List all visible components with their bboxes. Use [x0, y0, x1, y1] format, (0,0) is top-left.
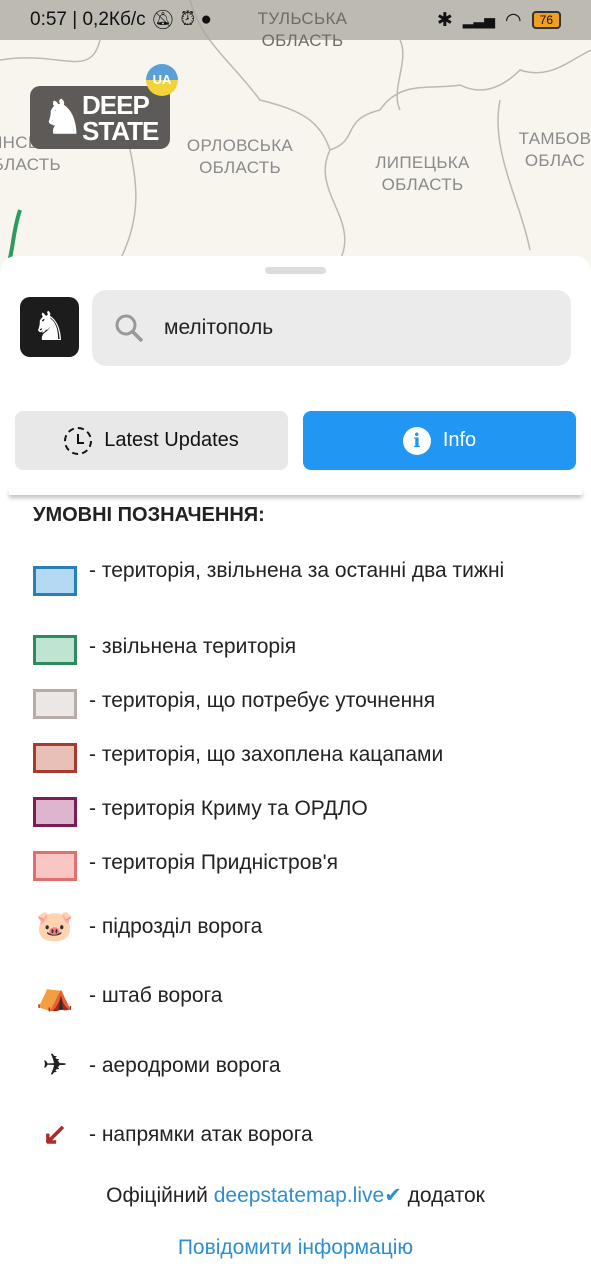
legend-item: - територія, що потребує уточнення: [33, 689, 435, 719]
footer-prefix: Офіційний: [106, 1184, 208, 1207]
attack-direction-icon: ↙: [42, 1118, 68, 1151]
network-speed: 0,2Кб/с: [82, 9, 146, 30]
legend-label: - напрямки атак ворога: [89, 1123, 313, 1146]
legend-item: ⛺ - штаб ворога: [33, 976, 222, 1016]
alarm-icon: ⏰︎: [180, 9, 196, 30]
region-label: ОРЛОВСЬКА ОБЛАСТЬ: [186, 136, 294, 177]
info-icon: i: [402, 426, 431, 455]
verified-icon: ✔: [384, 1184, 402, 1207]
deepstatemap-link[interactable]: deepstatemap.live: [214, 1184, 384, 1207]
legend-label: - територія, що захоплена кацапами: [89, 743, 444, 766]
battery-icon: 76: [531, 11, 561, 29]
status-time: 0:57: [30, 9, 67, 30]
legend-label: - підрозділ ворога: [89, 915, 263, 938]
footer-suffix: додаток: [407, 1184, 485, 1207]
legend-label: - звільнена територія: [89, 635, 297, 658]
report-info-link[interactable]: Повідомити інформацію: [0, 1236, 591, 1260]
swatch-unclear: [33, 689, 77, 719]
bluetooth-icon: ✱: [436, 9, 453, 31]
official-app-note: Офіційний deepstatemap.live✔ додаток: [0, 1183, 591, 1208]
search-box[interactable]: [92, 290, 571, 366]
legend-label: - штаб ворога: [89, 984, 223, 1007]
knight-icon: ♞: [42, 91, 83, 143]
ua-badge: UA: [146, 64, 178, 96]
enemy-airfield-icon: ✈: [42, 1049, 68, 1082]
drag-handle[interactable]: [265, 267, 326, 274]
legend-item: - територія, що захоплена кацапами: [33, 743, 443, 773]
search-input[interactable]: [164, 316, 524, 340]
knight-icon: ♞: [31, 305, 68, 349]
enemy-hq-icon: ⛺: [36, 979, 74, 1012]
swatch-transnistria: [33, 851, 77, 881]
legend-label: - територія, що потребує уточнення: [89, 689, 436, 712]
legend-item: - звільнена територія: [33, 635, 296, 665]
swatch-recently-liberated: [33, 566, 77, 596]
legend-label: - територія Придністров'я: [89, 851, 338, 874]
latest-updates-label: Latest Updates: [104, 429, 239, 451]
info-label: Info: [442, 429, 477, 451]
legend-item: 🐷 - підрозділ ворога: [33, 907, 262, 947]
legend-title: УМОВНІ ПОЗНАЧЕННЯ:: [33, 504, 265, 526]
swatch-liberated: [33, 635, 77, 665]
legend-label: - територія Криму та ОРДЛО: [89, 797, 368, 820]
divider: [9, 489, 582, 495]
mute-icon: 🔕︎: [150, 10, 176, 31]
wifi-icon: ◠: [505, 9, 522, 31]
app-logo[interactable]: ♞: [20, 297, 79, 357]
legend-item: ↙ - напрямки атак ворога: [33, 1115, 313, 1155]
search-icon: [115, 314, 144, 343]
signal-icon: ▂▃▅: [462, 11, 496, 28]
legend-item: - територія Криму та ОРДЛО: [33, 797, 368, 827]
info-button[interactable]: i Info: [303, 411, 576, 470]
swatch-occupied: [33, 743, 77, 773]
legend-label: - аеродроми ворога: [89, 1054, 281, 1077]
logo-text: DEEP STATE: [82, 90, 159, 146]
region-label: ЛИПЕЦЬКА ОБЛАСТЬ: [375, 153, 470, 194]
legend-item: - територія Придністров'я: [33, 851, 338, 881]
region-label: ТУЛЬСЬКА ОБЛАСТЬ: [257, 9, 348, 50]
latest-updates-button[interactable]: Latest Updates: [15, 411, 288, 470]
bottom-sheet: ♞ Latest Updates i Info УМОВНІ ПОЗНАЧЕННЯ…: [0, 256, 591, 1280]
clock-icon: [64, 426, 93, 455]
legend-item: - територія, звільнена за останні два ти…: [33, 556, 539, 596]
notification-icon: ●: [200, 9, 212, 30]
enemy-unit-icon: 🐷: [36, 910, 74, 943]
region-label: ТАМБОВ ОБЛАС: [518, 129, 591, 170]
legend-label: - територія, звільнена за останні два ти…: [89, 559, 505, 582]
swatch-crimea-ordlo: [33, 797, 77, 827]
deepstate-logo[interactable]: ♞ DEEP STATE: [30, 86, 170, 149]
legend-item: ✈ - аеродроми ворога: [33, 1046, 281, 1086]
